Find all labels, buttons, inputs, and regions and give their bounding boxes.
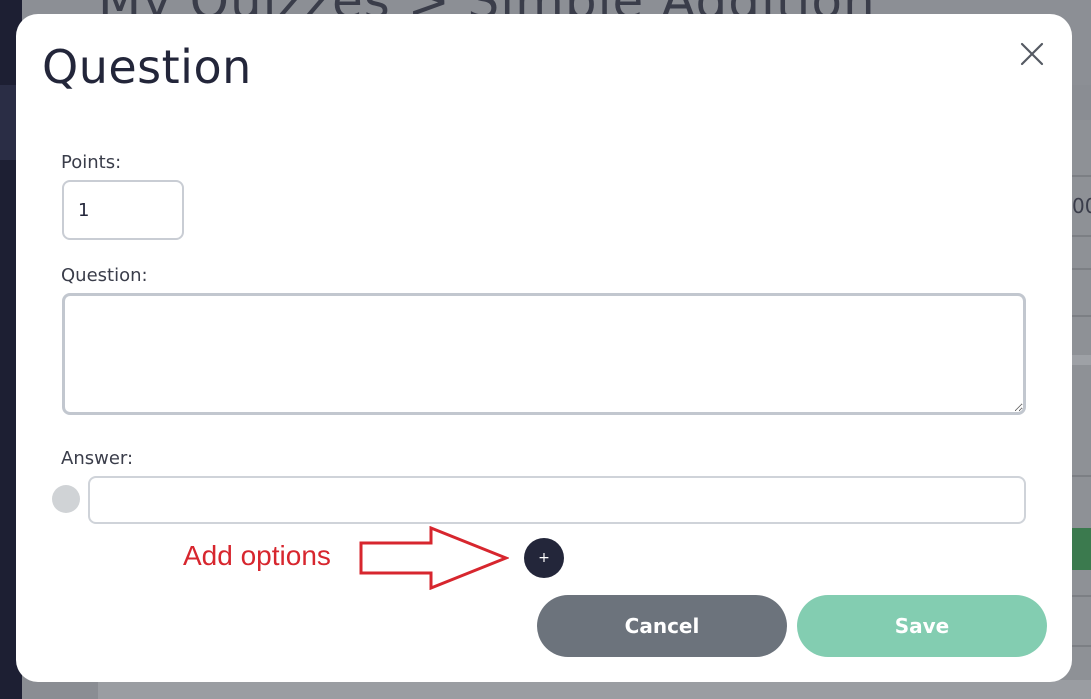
background-value: 00 [1072, 194, 1091, 218]
points-input[interactable] [62, 180, 184, 240]
answer-correct-radio[interactable] [52, 485, 80, 513]
annotation-label: Add options [183, 540, 331, 571]
points-label: Points: [61, 152, 122, 173]
save-button[interactable]: Save [797, 595, 1047, 657]
background-footer [98, 680, 1091, 699]
question-textarea[interactable] [62, 293, 1026, 415]
close-icon [1020, 42, 1044, 66]
add-option-button[interactable]: + [524, 538, 564, 578]
question-label: Question: [61, 265, 148, 286]
modal-title: Question [42, 40, 252, 94]
question-modal: Question Points: Question: Answer: Add o… [16, 14, 1072, 682]
answer-label: Answer: [61, 448, 134, 469]
cancel-button[interactable]: Cancel [537, 595, 787, 657]
answer-input[interactable] [88, 476, 1026, 524]
close-button[interactable] [1016, 38, 1048, 70]
arrow-right-icon [359, 526, 509, 590]
